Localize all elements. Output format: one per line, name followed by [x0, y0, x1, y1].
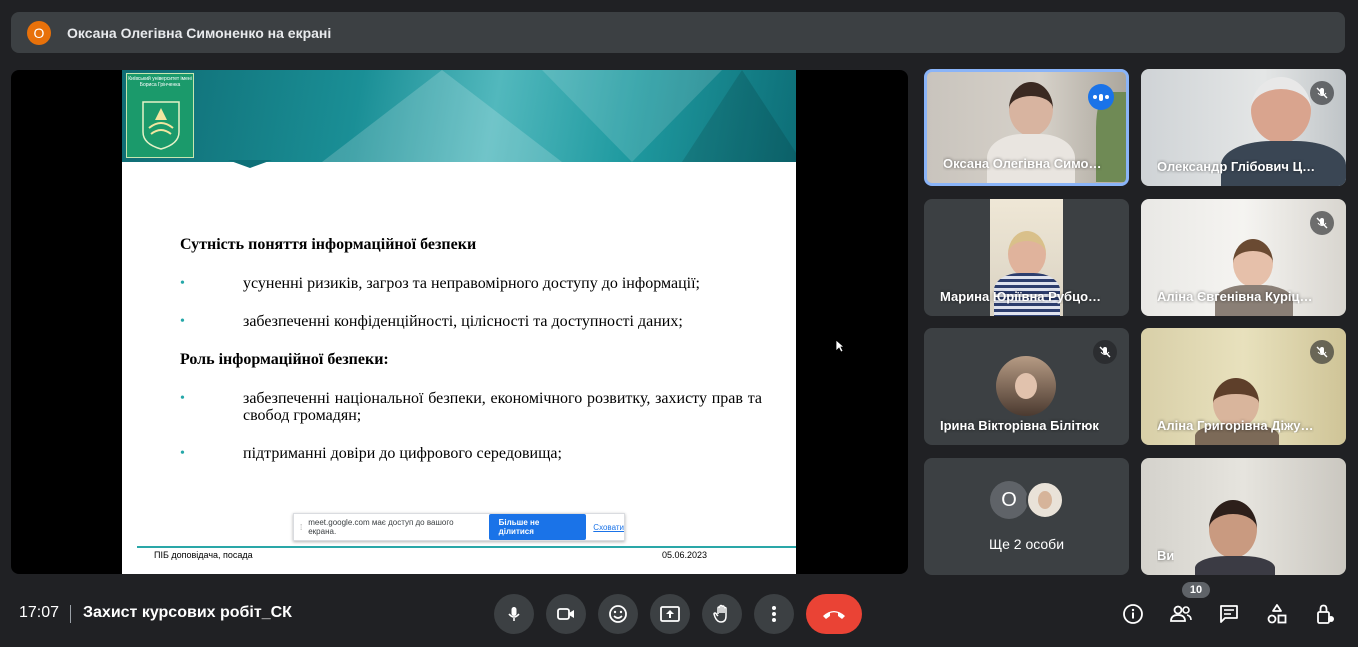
slide-bullet: • забезпеченні національної безпеки, еко… — [180, 390, 762, 424]
bottom-toolbar: 17:07 Захист курсових робіт_СК — [0, 585, 1358, 647]
share-message: meet.google.com має доступ до вашого екр… — [308, 518, 454, 536]
university-emblem-icon — [142, 101, 180, 150]
more-participants-label: Ще 2 особи — [988, 536, 1065, 552]
bullet-dot: • — [180, 314, 185, 329]
screen-share-notice: ⁞ meet.google.com має доступ до вашого е… — [293, 513, 625, 541]
hangup-icon — [823, 611, 845, 619]
slide-heading-role: Роль інформаційної безпеки: — [180, 351, 389, 368]
participant-avatar — [996, 356, 1056, 416]
participant-name: Аліна Євгенівна Куріц… — [1157, 289, 1313, 304]
chat-button[interactable] — [1217, 602, 1241, 626]
mic-button[interactable] — [494, 594, 534, 634]
mic-off-icon — [1310, 211, 1334, 235]
drag-handle-icon[interactable]: ⁞ — [300, 523, 302, 532]
mic-off-icon — [1310, 340, 1334, 364]
mic-off-icon — [1310, 81, 1334, 105]
bullet-dot: • — [180, 276, 185, 291]
mic-off-icon — [1093, 340, 1117, 364]
raise-hand-button[interactable] — [702, 594, 742, 634]
self-tile[interactable]: Ви — [1141, 458, 1346, 575]
slide-content: Сутність поняття інформаційної безпеки •… — [180, 236, 762, 462]
more-options-icon — [772, 606, 776, 622]
participant-tile[interactable]: Ірина Вікторівна Білітюк — [924, 328, 1129, 445]
slide-bullet: • забезпеченні конфіденційності, цілісно… — [180, 313, 683, 330]
participant-name: Ви — [1157, 548, 1175, 563]
participant-tile[interactable]: Олександр Глібович Ц… — [1141, 69, 1346, 186]
participant-tile[interactable]: Марина Юріївна Рубцо… — [924, 199, 1129, 316]
bullet-dot: • — [180, 391, 185, 406]
mouse-cursor-icon — [835, 339, 845, 353]
slide-footer-divider — [137, 546, 796, 548]
participant-tile[interactable]: Аліна Євгенівна Куріц… — [1141, 199, 1346, 316]
host-controls-button[interactable] — [1313, 602, 1337, 626]
hangup-button[interactable] — [806, 594, 862, 634]
participant-name: Оксана Олегівна Симо… — [943, 156, 1102, 171]
raise-hand-icon — [713, 604, 727, 623]
clock: 17:07 — [19, 604, 60, 621]
hide-notice-link[interactable]: Сховати — [593, 523, 624, 532]
slide-banner: Київський університет імені Бориса Грінч… — [122, 70, 796, 162]
participant-name: Марина Юріївна Рубцо… — [940, 289, 1102, 304]
people-icon — [1170, 605, 1192, 622]
presenter-avatar: О — [27, 20, 51, 45]
chat-icon — [1220, 605, 1238, 623]
university-logo: Київський університет імені Бориса Грінч… — [126, 73, 194, 158]
camera-button[interactable] — [546, 594, 586, 634]
present-screen-icon — [660, 606, 680, 622]
slide-bullet: • підтриманні довіри до цифрового середо… — [180, 445, 562, 462]
mic-icon — [508, 607, 520, 621]
speaking-indicator-icon — [1088, 84, 1114, 110]
logo-text: Київський університет імені Бориса Грінч… — [128, 76, 192, 88]
more-avatar: О — [990, 481, 1028, 519]
emoji-button[interactable] — [598, 594, 638, 634]
emoji-icon — [609, 605, 627, 623]
meeting-details-button[interactable] — [1121, 602, 1145, 626]
bullet-dot: • — [180, 446, 185, 461]
meeting-name: Захист курсових робіт_СК — [83, 604, 292, 621]
host-controls-icon — [1317, 604, 1334, 624]
slide-heading-essence: Сутність поняття інформаційної безпеки — [180, 236, 477, 253]
presentation-stage[interactable]: Київський університет імені Бориса Грінч… — [11, 70, 908, 574]
presenter-title: Оксана Олегівна Симоненко на екрані — [67, 24, 332, 41]
shared-slide: Київський університет імені Бориса Грінч… — [122, 70, 796, 574]
more-avatar-photo — [1026, 481, 1064, 519]
slide-footer-date: 05.06.2023 — [662, 550, 708, 560]
more-participants-tile[interactable]: О Ще 2 особи — [924, 458, 1129, 575]
people-button[interactable] — [1169, 602, 1193, 626]
camera-icon — [557, 608, 574, 620]
slide-bullet: • усуненні ризиків, загроз та неправомір… — [180, 275, 700, 292]
participant-tile[interactable]: Аліна Григорівна Діжу… — [1141, 328, 1346, 445]
participant-name: Олександр Глібович Ц… — [1157, 159, 1316, 174]
info-icon — [1123, 604, 1143, 624]
more-options-button[interactable] — [754, 594, 794, 634]
slide-footer-author: ПІБ доповідача, посада — [154, 550, 253, 560]
activities-button[interactable] — [1265, 602, 1289, 626]
participant-name: Ірина Вікторівна Білітюк — [940, 418, 1099, 433]
participant-name: Аліна Григорівна Діжу… — [1157, 418, 1314, 433]
stop-sharing-button[interactable]: Більше не ділитися — [488, 514, 587, 540]
presenter-bar: О Оксана Олегівна Симоненко на екрані — [11, 12, 1345, 53]
participant-tile[interactable]: Оксана Олегівна Симо… — [924, 69, 1129, 186]
present-button[interactable] — [650, 594, 690, 634]
participant-count-badge: 10 — [1182, 582, 1210, 598]
activities-icon — [1267, 604, 1287, 624]
